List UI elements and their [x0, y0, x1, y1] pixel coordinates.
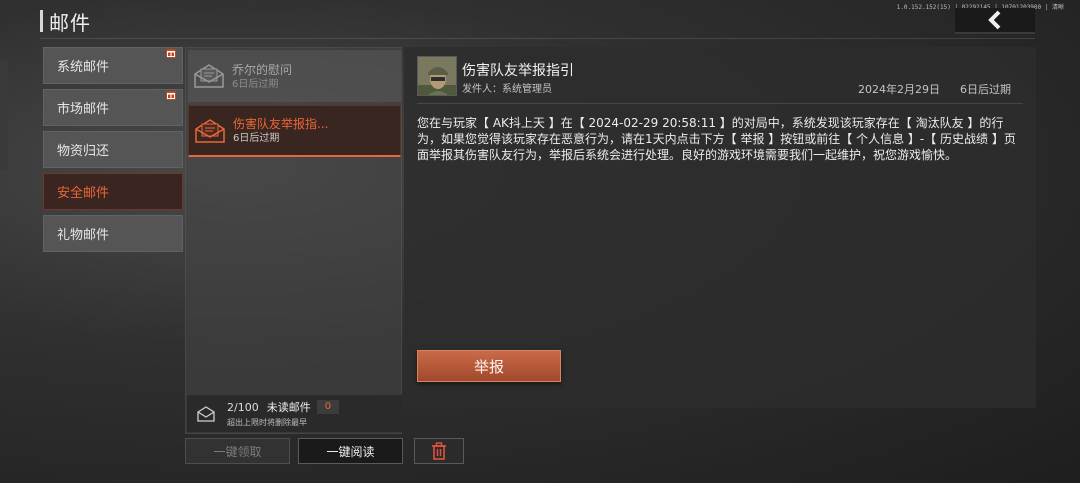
trash-icon: [432, 442, 446, 460]
mail-category-list: 系统邮件 市场邮件 物资归还 安全邮件 礼物邮件: [43, 47, 183, 257]
mailbox-icon: [197, 405, 215, 422]
mail-list-item[interactable]: 乔尔的慰问 6日后过期: [188, 50, 401, 102]
claim-all-button[interactable]: 一键领取: [185, 438, 290, 464]
envelope-open-icon: [192, 61, 226, 91]
header-divider: [40, 38, 1035, 39]
side-drawer-handle[interactable]: [0, 60, 8, 170]
category-security-mail[interactable]: 安全邮件: [43, 173, 183, 210]
mail-expire: 6日后过期: [232, 78, 279, 90]
category-label: 市场邮件: [57, 102, 110, 117]
category-label: 系统邮件: [57, 60, 110, 75]
mail-title: 伤害队友举报指...: [233, 117, 329, 131]
category-label: 礼物邮件: [57, 228, 110, 243]
sender-avatar: [417, 56, 457, 96]
category-label: 安全邮件: [57, 186, 110, 201]
mail-list[interactable]: 乔尔的慰问 6日后过期 伤害队友举报指... 6日后过期: [185, 47, 402, 434]
detail-divider: [417, 103, 1023, 104]
page-header: 邮件: [40, 6, 91, 36]
mail-date: 2024年2月29日: [858, 83, 940, 96]
mail-expire-date: 6日后过期: [960, 83, 1011, 96]
mail-count: 2/100: [227, 400, 259, 414]
mail-expire: 6日后过期: [233, 133, 280, 144]
category-label: 物资归还: [57, 144, 110, 159]
unread-count-badge: 0: [316, 400, 340, 414]
report-button[interactable]: 举报: [417, 350, 561, 382]
back-button[interactable]: [955, 8, 1035, 34]
delete-button[interactable]: [414, 438, 464, 464]
mail-detail-title: 伤害队友举报指引: [462, 63, 574, 79]
category-system-mail[interactable]: 系统邮件: [43, 47, 183, 84]
page-title: 邮件: [49, 10, 91, 35]
gift-icon: [166, 91, 176, 100]
mail-body: 您在与玩家【 AK抖上天 】在【 2024-02-29 20:58:11 】的对…: [417, 116, 1016, 162]
mail-title: 乔尔的慰问: [232, 62, 293, 77]
mail-capacity-bar: 2/100 未读邮件 0 超出上限时将删除最早: [187, 395, 402, 432]
unread-label: 未读邮件: [266, 401, 311, 414]
gift-icon: [166, 49, 176, 58]
mail-list-item-selected[interactable]: 伤害队友举报指... 6日后过期: [188, 105, 401, 157]
category-supply-return[interactable]: 物资归还: [43, 131, 183, 168]
mail-detail-panel: 伤害队友举报指引 发件人：系统管理员 2024年2月29日 6日后过期 您在与玩…: [404, 47, 1036, 408]
capacity-hint: 超出上限时将删除最早: [227, 418, 307, 427]
title-accent-bar: [40, 10, 43, 32]
category-gift-mail[interactable]: 礼物邮件: [43, 215, 183, 252]
read-all-button[interactable]: 一键阅读: [298, 438, 403, 464]
envelope-open-icon: [193, 116, 227, 146]
mail-sender: 发件人：系统管理员: [462, 84, 552, 95]
chevron-left-icon: [988, 10, 1001, 30]
category-market-mail[interactable]: 市场邮件: [43, 89, 183, 126]
